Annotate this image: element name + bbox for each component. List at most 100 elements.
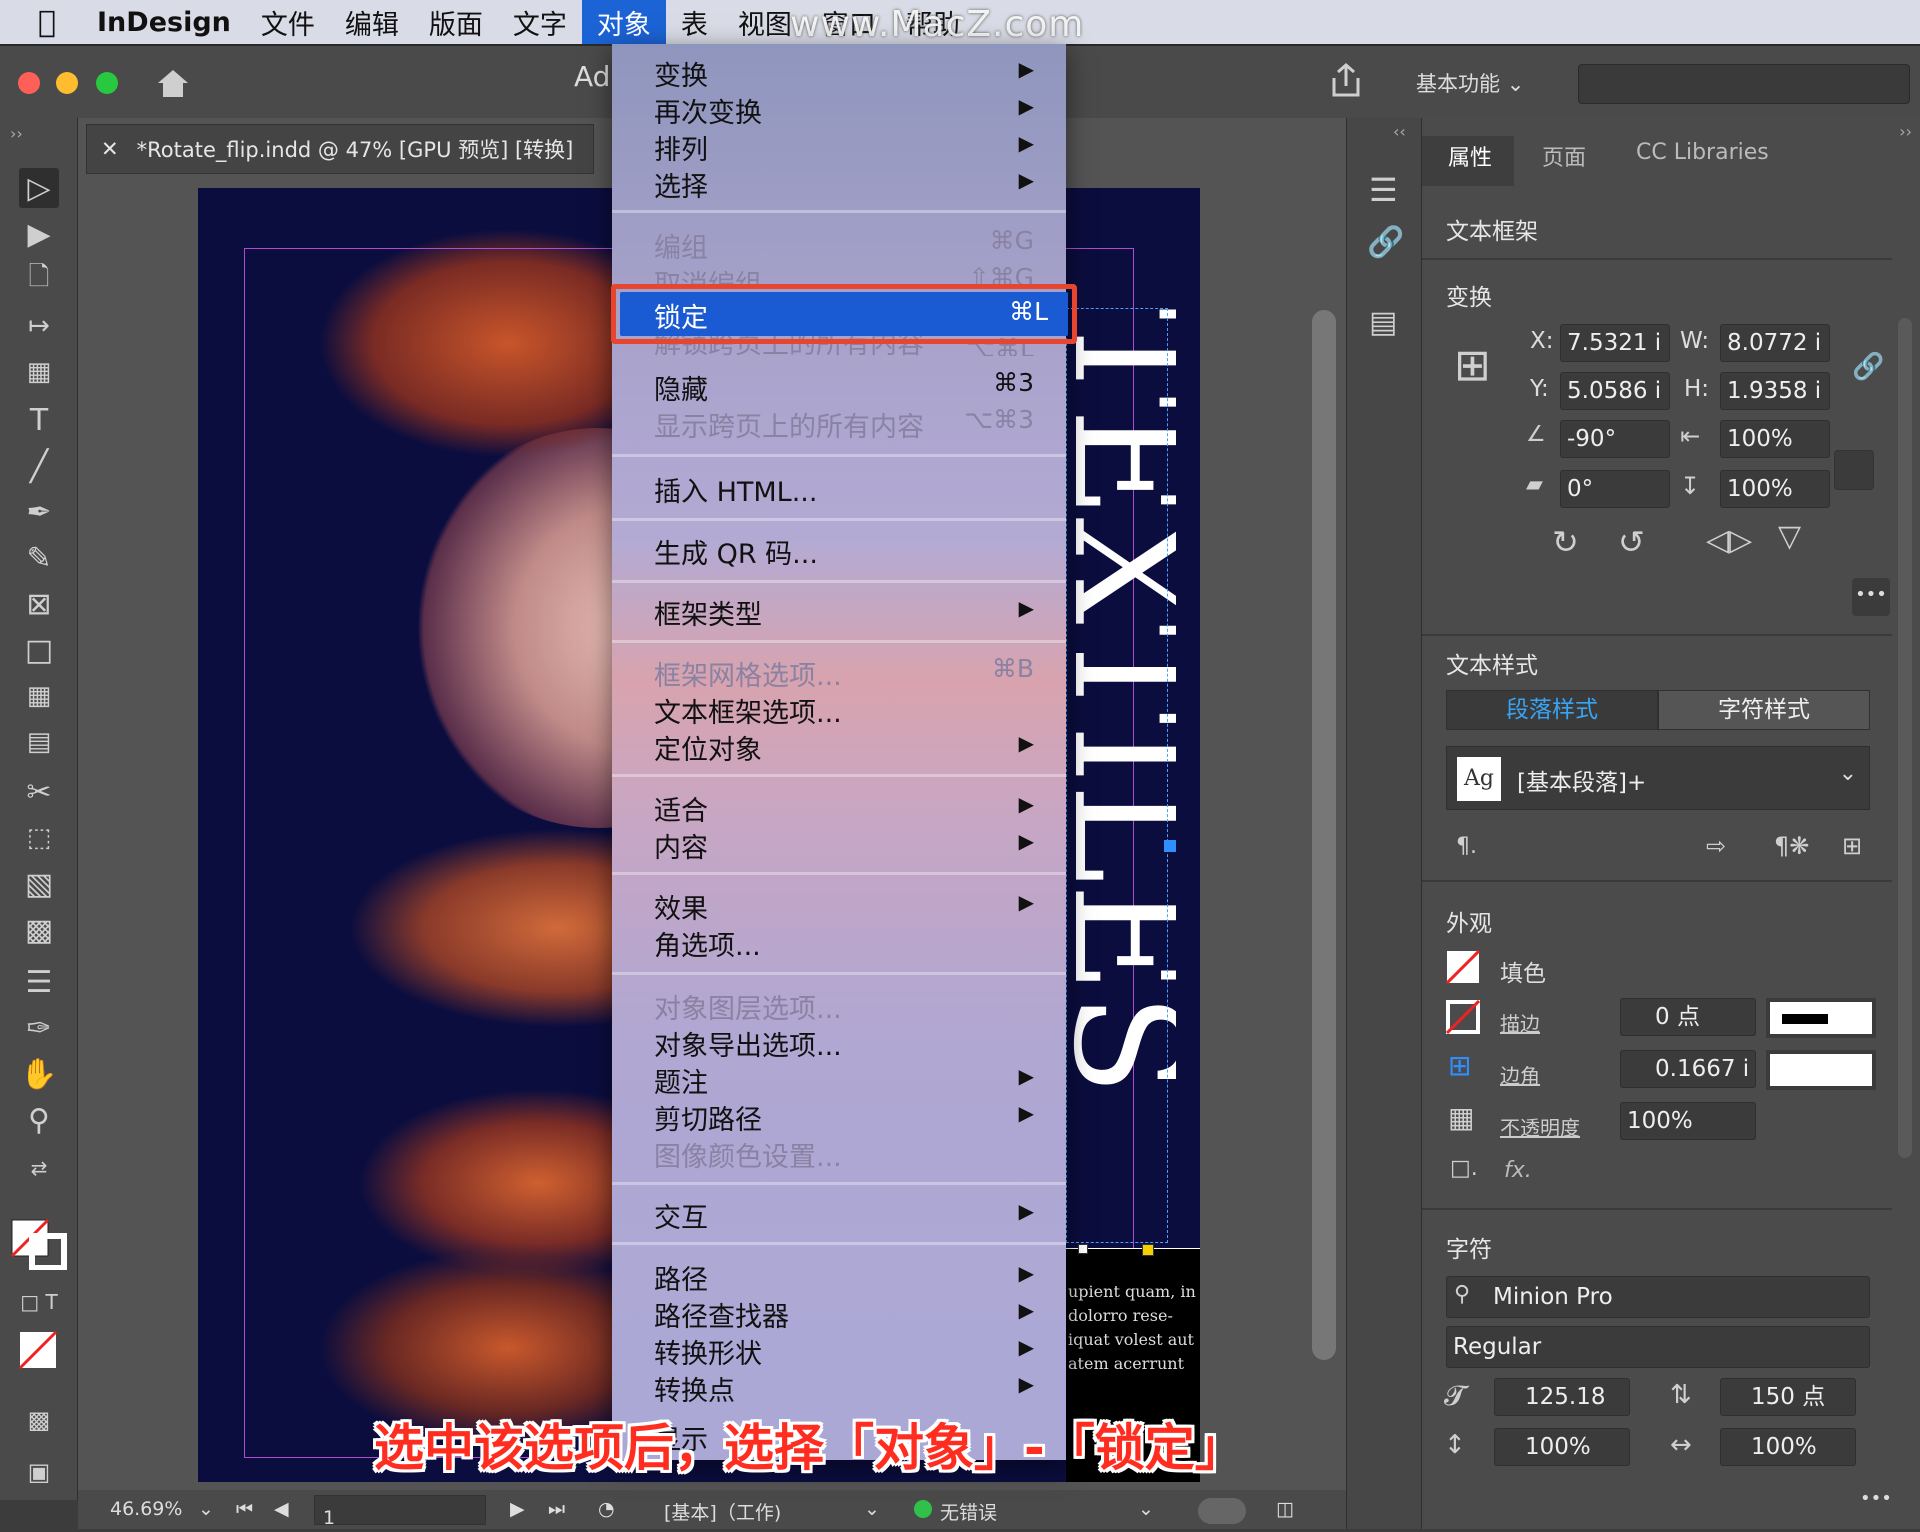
menu-edit[interactable]: 编辑 (330, 0, 414, 44)
minimize-window-button[interactable] (56, 72, 78, 94)
paragraph-style-select[interactable]: Ag [基本段落]+ ⌄ (1446, 746, 1870, 810)
clear-override-icon[interactable]: ¶❋ (1774, 834, 1809, 858)
menu-app-name[interactable]: InDesign (82, 0, 246, 44)
menu-item-transform-again[interactable]: 再次变换 ▶ (654, 91, 1044, 129)
gradient-feather-tool-icon[interactable]: ▩ (19, 910, 59, 950)
stroke-swatch-icon[interactable] (1446, 1000, 1480, 1034)
chevron-down-icon[interactable]: ⌄ (198, 1498, 214, 1520)
first-page-icon[interactable]: ⏮ (236, 1498, 253, 1520)
next-page-icon[interactable]: ▶ (510, 1498, 525, 1520)
preview-mode-icon[interactable]: ▣ (19, 1452, 59, 1492)
flip-vertical-icon[interactable]: ▽ (1778, 522, 1801, 552)
menu-file[interactable]: 文件 (246, 0, 330, 44)
chevron-down-icon[interactable]: ⌄ (864, 1498, 880, 1520)
last-page-icon[interactable]: ⏭ (548, 1498, 565, 1520)
menu-item-object-export-options[interactable]: 对象导出选项... (654, 1024, 1044, 1062)
text-wrap-icon[interactable]: ▤ (1369, 308, 1397, 338)
swap-colors-icon[interactable]: ⇄ (19, 1148, 59, 1188)
more-options-icon[interactable]: ••• (1860, 1488, 1892, 1509)
width-field[interactable]: 8.0772 i (1720, 324, 1830, 362)
x-field[interactable]: 7.5321 i (1560, 324, 1670, 362)
fill-swatch-icon[interactable] (1446, 950, 1480, 984)
scissors-tool-icon[interactable]: ✂ (19, 772, 59, 812)
font-style-select[interactable]: Regular (1446, 1326, 1870, 1368)
split-view-icon[interactable]: ◫ (1276, 1498, 1294, 1520)
line-tool-icon[interactable]: ╱ (19, 446, 59, 486)
tab-cc-libraries[interactable]: CC Libraries (1636, 140, 1769, 165)
preflight-icon[interactable]: ◔ (598, 1498, 615, 1520)
zoom-tool-icon[interactable]: ⚲ (19, 1100, 59, 1140)
type-tool-icon[interactable]: T (19, 400, 59, 440)
tab-character-styles[interactable]: 字符样式 (1658, 690, 1870, 730)
pencil-tool-icon[interactable]: ✎ (19, 538, 59, 578)
layers-icon[interactable]: ☰ (1369, 174, 1398, 206)
rotate-cw-icon[interactable]: ↻ (1552, 526, 1579, 558)
close-window-button[interactable] (18, 72, 40, 94)
menu-item-transform[interactable]: 变换 ▶ (654, 54, 1044, 92)
page-tool-icon[interactable]: 🗋 (19, 260, 59, 300)
constrain-proportions-icon[interactable]: 🔗 (1852, 354, 1884, 380)
page-number-input[interactable]: 1 (314, 1495, 486, 1529)
menu-item-interactive[interactable]: 交互 ▶ (654, 1196, 1044, 1234)
tab-pages[interactable]: 页面 (1542, 140, 1586, 172)
vertical-scale-field[interactable]: 100% (1494, 1428, 1630, 1466)
rotation-field[interactable]: -90° (1560, 420, 1670, 458)
menu-type[interactable]: 文字 (498, 0, 582, 44)
corner-size-field[interactable]: 0.1667 i (1620, 1050, 1756, 1088)
drop-shadow-icon[interactable]: □. (1450, 1158, 1478, 1180)
menu-item-clipping-path[interactable]: 剪切路径 ▶ (654, 1098, 1044, 1136)
preflight-profile[interactable]: [基本]（工作) (664, 1498, 781, 1525)
menu-item-convert-shape[interactable]: 转换形状 ▶ (654, 1332, 1044, 1370)
rectangle-frame-tool-icon[interactable]: ⊠ (19, 584, 59, 624)
reference-point-icon[interactable]: ⊞ (1454, 344, 1491, 388)
menu-object[interactable]: 对象 (581, 0, 666, 44)
zoom-level[interactable]: 46.69% (110, 1498, 182, 1520)
menu-item-anchored-object[interactable]: 定位对象 ▶ (654, 728, 1044, 766)
opacity-field[interactable]: 100% (1620, 1102, 1756, 1140)
home-icon[interactable] (154, 66, 192, 100)
leading-field[interactable]: 150 点 (1720, 1378, 1856, 1416)
new-style-icon[interactable]: ⊞ (1842, 834, 1862, 858)
menu-item-insert-html[interactable]: 插入 HTML... (654, 470, 1044, 508)
horizontal-scale-field[interactable]: 100% (1720, 1428, 1856, 1466)
apply-none-icon[interactable] (18, 1330, 60, 1370)
apple-icon[interactable]:  (0, 0, 82, 44)
grid-tool-icon[interactable]: ▤ (19, 722, 59, 762)
corner-label[interactable]: 边角 (1500, 1060, 1540, 1089)
screen-mode-icon[interactable]: ▩ (19, 1400, 59, 1440)
menu-item-text-frame-options[interactable]: 文本框架选项... (654, 691, 1044, 729)
collapse-icon[interactable]: ›› (10, 124, 23, 143)
more-options-icon[interactable]: ••• (1852, 578, 1890, 616)
tab-paragraph-styles[interactable]: 段落样式 (1446, 690, 1658, 730)
free-transform-tool-icon[interactable]: ⬚ (19, 818, 59, 858)
flip-horizontal-icon[interactable]: ◁▷ (1706, 526, 1752, 556)
eyedropper-tool-icon[interactable]: ✑ (19, 1008, 59, 1048)
table-tool-icon[interactable]: ▦ (19, 676, 59, 716)
tab-properties[interactable]: 属性 (1448, 140, 1492, 172)
effects-icon[interactable]: fx. (1504, 1158, 1532, 1183)
fill-stroke-icon[interactable] (10, 1218, 68, 1270)
stroke-label[interactable]: 描边 (1500, 1008, 1540, 1037)
paragraph-icon[interactable]: ¶. (1456, 836, 1477, 858)
load-style-icon[interactable]: ⇨ (1706, 834, 1726, 858)
collapse-icon[interactable]: ‹‹ (1393, 122, 1406, 141)
share-icon[interactable] (1328, 62, 1364, 100)
content-collector-icon[interactable]: ▦ (19, 352, 59, 392)
constrain-scale-button[interactable] (1834, 450, 1874, 490)
menu-item-select[interactable]: 选择 ▶ (654, 165, 1044, 203)
scale-x-field[interactable]: 100% (1720, 420, 1830, 458)
rectangle-tool-icon[interactable]: □ (19, 630, 59, 670)
selected-text-frame[interactable] (1066, 308, 1168, 1243)
formatting-container-icon[interactable]: □ T (19, 1282, 59, 1322)
rotate-ccw-icon[interactable]: ↺ (1618, 526, 1645, 558)
workspace-switcher[interactable]: 基本功能 ⌄ (1416, 68, 1524, 98)
direct-selection-tool-icon[interactable]: ▶ (19, 214, 59, 254)
menu-item-captions[interactable]: 题注 ▶ (654, 1061, 1044, 1099)
prev-page-icon[interactable]: ◀ (274, 1498, 289, 1520)
y-field[interactable]: 5.0586 i (1560, 372, 1670, 410)
pen-tool-icon[interactable]: ✒ (19, 492, 59, 532)
scale-y-field[interactable]: 100% (1720, 470, 1830, 508)
menu-item-arrange[interactable]: 排列 ▶ (654, 128, 1044, 166)
menu-item-fitting[interactable]: 适合 ▶ (654, 789, 1044, 827)
gradient-swatch-tool-icon[interactable]: ▧ (19, 864, 59, 904)
